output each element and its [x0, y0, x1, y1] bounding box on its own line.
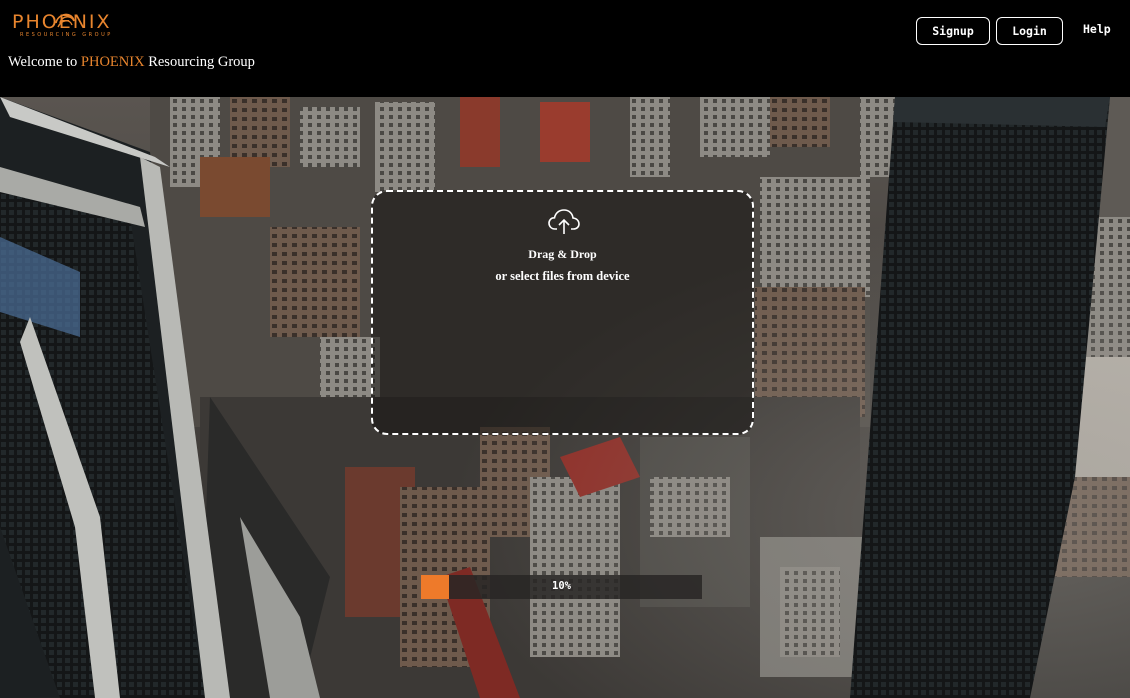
cloud-upload-icon [548, 209, 580, 234]
logo-subtext: RESOURCING GROUP [20, 32, 113, 38]
login-button[interactable]: Login [996, 17, 1063, 45]
welcome-message: Welcome to PHOENIX Resourcing Group [8, 54, 255, 71]
phoenix-logo[interactable]: PHOENIX RESOURCING GROUP [12, 9, 122, 41]
phoenix-swirl-icon [55, 13, 75, 28]
file-drop-zone[interactable]: Drag & Drop or select files from device [371, 190, 754, 435]
signup-button[interactable]: Signup [916, 17, 990, 45]
welcome-brand: PHOENIX [80, 54, 145, 70]
help-link[interactable]: Help [1083, 22, 1111, 36]
drag-drop-label: Drag & Drop [528, 247, 597, 261]
header: PHOENIX RESOURCING GROUP Welcome to PHOE… [0, 0, 1130, 97]
progress-label: 10% [552, 580, 571, 592]
select-files-link[interactable]: or select files from device [373, 269, 752, 284]
welcome-suffix: Resourcing Group [144, 54, 255, 70]
welcome-prefix: Welcome to [8, 54, 81, 70]
upload-progress-bar: 10% [421, 575, 702, 599]
